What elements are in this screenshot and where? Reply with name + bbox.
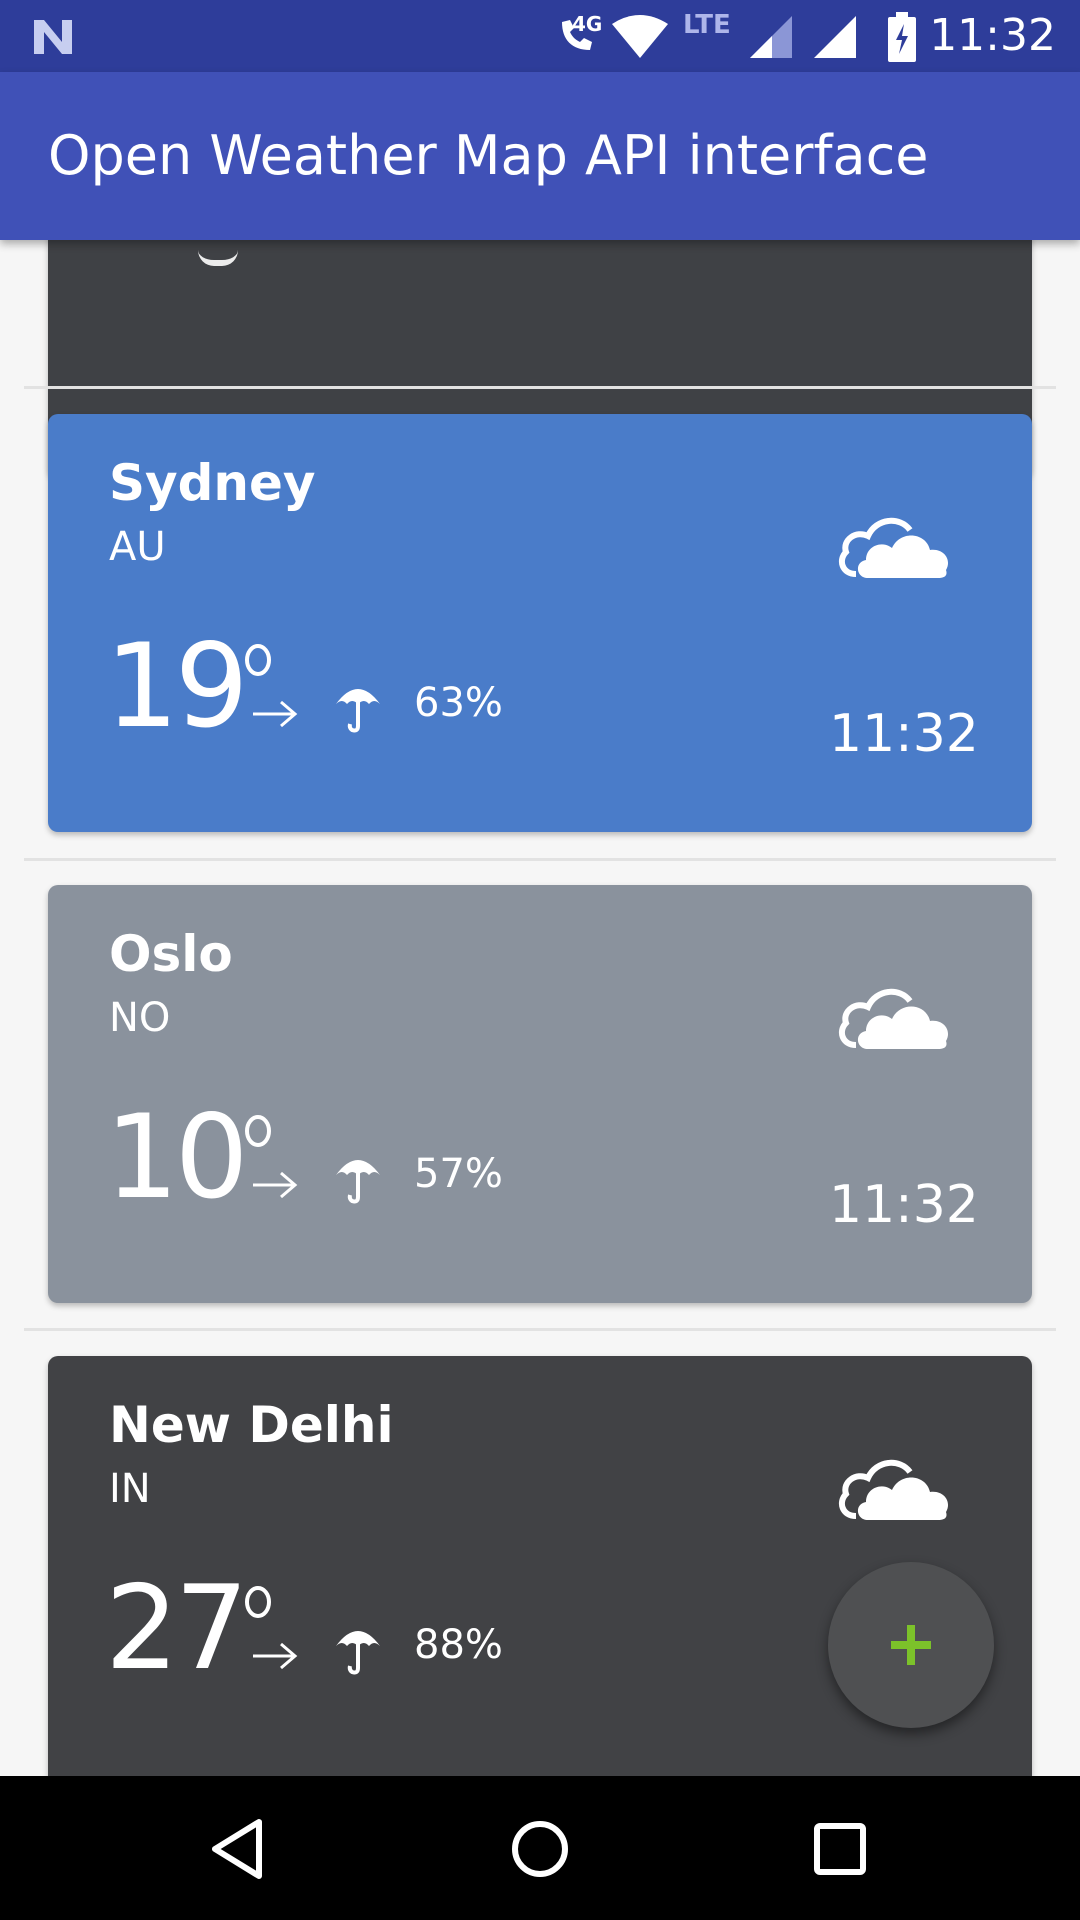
temperature: 27 [105, 1561, 249, 1696]
humidity-value: 63% [414, 680, 503, 726]
add-city-button[interactable] [828, 1562, 994, 1728]
degree-symbol-icon [245, 1586, 271, 1618]
status-clock: 11:32 [929, 10, 1056, 61]
city-name: New Delhi [109, 1396, 394, 1454]
umbrella-icon [336, 1631, 380, 1675]
divider [24, 858, 1056, 861]
country-code: AU [109, 524, 166, 570]
cloud-icon [838, 1460, 949, 1520]
wifi-icon [612, 15, 668, 58]
battery-icon [888, 12, 916, 62]
city-card-oslo[interactable]: Oslo NO 10 57% 11:32 [48, 885, 1032, 1303]
home-circle-icon[interactable] [505, 1814, 575, 1884]
city-list[interactable]: Sydney AU 19 63% 11:32 Oslo NO 10 57% 11… [0, 240, 1080, 1776]
umbrella-icon [336, 689, 380, 733]
city-name: Oslo [109, 925, 233, 983]
humidity-value: 57% [414, 1151, 503, 1197]
country-code: IN [109, 1466, 151, 1512]
cloud-icon [838, 989, 949, 1049]
plus-icon [891, 1625, 931, 1665]
degree-symbol-icon [245, 644, 271, 676]
temperature: 10 [105, 1090, 249, 1225]
wind-arrow-icon [253, 1642, 298, 1670]
wind-arrow-icon [253, 700, 298, 728]
navigation-bar [0, 1776, 1080, 1920]
umbrella-icon [336, 1160, 380, 1204]
divider [24, 1328, 1056, 1331]
signal-lte-icon [750, 16, 792, 58]
local-time: 11:32 [829, 704, 979, 764]
humidity-value: 88% [414, 1622, 503, 1668]
recents-square-icon[interactable] [805, 1814, 875, 1884]
back-triangle-icon[interactable] [205, 1814, 275, 1884]
divider [24, 386, 1056, 389]
wind-arrow-icon [253, 1171, 298, 1199]
country-code: NO [109, 995, 171, 1041]
partial-text-fragment [198, 250, 238, 266]
city-card-sydney[interactable]: Sydney AU 19 63% 11:32 [48, 414, 1032, 832]
temperature: 19 [105, 619, 249, 754]
degree-symbol-icon [245, 1115, 271, 1147]
app-bar: Open Weather Map API interface [0, 72, 1080, 240]
network-type-label: 4G [572, 12, 603, 36]
local-time: 11:32 [829, 1175, 979, 1235]
lte-label: LTE [683, 10, 731, 40]
city-name: Sydney [109, 454, 316, 512]
signal-strength-icon [814, 16, 856, 58]
status-bar: 4G LTE 11:32 [0, 0, 1080, 72]
app-title: Open Weather Map API interface [48, 124, 929, 187]
cloud-icon [838, 518, 949, 578]
n-logo-icon [34, 20, 72, 54]
